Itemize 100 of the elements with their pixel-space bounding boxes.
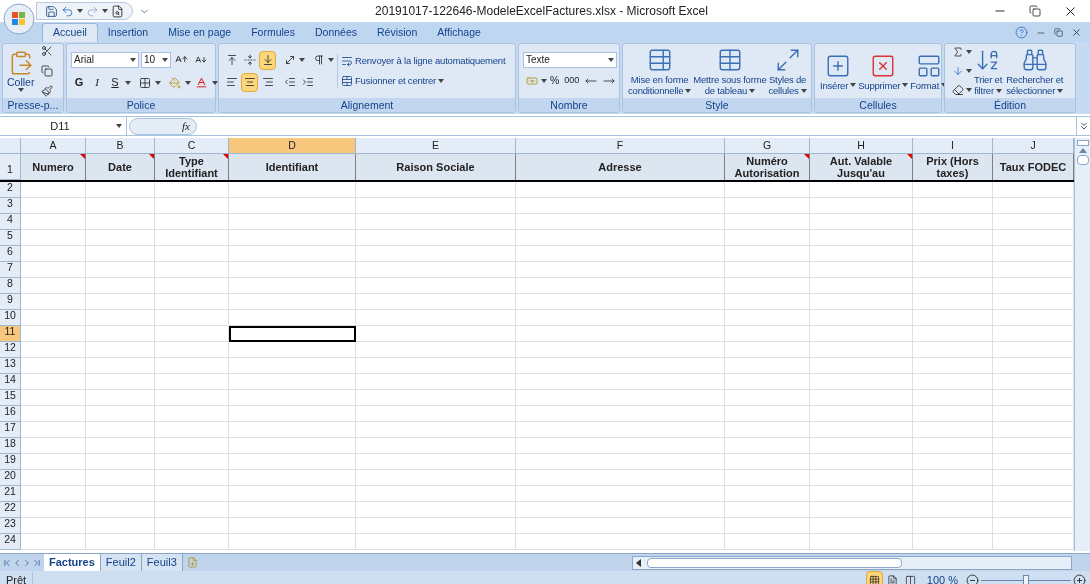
save-icon[interactable] — [45, 4, 58, 18]
table-cell: Aut. Valable Jusqu'au — [810, 154, 913, 180]
horizontal-scrollbar[interactable] — [631, 555, 1072, 570]
column-header[interactable]: D — [229, 138, 356, 154]
sheet-tab[interactable]: Feuil2 — [100, 554, 142, 571]
ribbon-button[interactable]: Mise en forme conditionnelle — [627, 46, 693, 96]
scroll-thumb[interactable] — [646, 557, 902, 568]
ribbon-button[interactable]: Insérer — [819, 51, 858, 91]
ribbon-tab[interactable]: Révision — [367, 23, 428, 42]
wrap-text-button[interactable]: Renvoyer à la ligne automatiquement — [341, 53, 506, 68]
zoom-slider[interactable] — [981, 573, 1071, 584]
table-cell: Date — [86, 154, 155, 180]
sheet-tab[interactable]: Factures — [44, 554, 101, 571]
ribbon-button[interactable]: Mettre sous forme de tableau — [692, 46, 768, 96]
row-header[interactable]: 8 — [0, 278, 21, 294]
ribbon-button[interactable]: Styles de cellules — [767, 46, 808, 96]
row-header[interactable]: 23 — [0, 518, 21, 534]
align-center-icon[interactable] — [241, 72, 258, 92]
ribbon-tab[interactable]: Insertion — [97, 23, 159, 42]
font-size-field[interactable]: 10 — [141, 51, 171, 68]
undo-icon[interactable] — [61, 4, 74, 18]
bold-button[interactable]: G — [71, 73, 87, 92]
row-header[interactable]: 24 — [0, 534, 21, 550]
column-header[interactable]: A — [21, 138, 86, 154]
caret-icon — [685, 88, 692, 93]
row-header[interactable]: 10 — [0, 310, 21, 326]
row-header[interactable]: 22 — [0, 502, 21, 518]
row-header[interactable]: 13 — [0, 358, 21, 374]
row-header[interactable]: 18 — [0, 438, 21, 454]
insert-function-button[interactable]: fx — [129, 117, 197, 135]
merge-center-button[interactable]: Fusionner et centrer — [341, 74, 506, 89]
restore-icon[interactable] — [1054, 28, 1063, 37]
row-header[interactable]: 19 — [0, 454, 21, 470]
row-header[interactable]: 16 — [0, 406, 21, 422]
ribbon-tab[interactable]: Données — [304, 23, 367, 42]
column-header[interactable]: H — [810, 138, 913, 154]
row-header[interactable]: 12 — [0, 342, 21, 358]
row-header[interactable]: 20 — [0, 470, 21, 486]
underline-button[interactable]: S — [107, 73, 123, 92]
row-header[interactable]: 7 — [0, 262, 21, 278]
ribbon-button[interactable]: Supprimer — [857, 51, 910, 91]
column-header[interactable]: F — [516, 138, 725, 154]
row-header[interactable]: 4 — [0, 214, 21, 230]
row-header[interactable]: 5 — [0, 230, 21, 246]
scroll-left-icon[interactable] — [635, 558, 641, 567]
ribbon-button[interactable]: Format — [909, 51, 949, 91]
ribbon-tab[interactable]: Formules — [241, 23, 305, 42]
align-bottom-icon[interactable] — [259, 50, 276, 70]
thousands-button[interactable]: 000 — [562, 72, 582, 90]
help-icon[interactable] — [1015, 26, 1028, 39]
ribbon-button[interactable]: Rechercher et sélectionner — [1005, 46, 1065, 96]
next-sheet-icon[interactable] — [22, 557, 32, 568]
row-header[interactable]: 3 — [0, 198, 21, 214]
previous-sheet-icon[interactable] — [12, 557, 22, 568]
italic-button[interactable]: I — [89, 73, 105, 92]
caret-icon — [102, 9, 108, 13]
active-cell[interactable] — [229, 326, 356, 342]
caret-icon — [749, 88, 756, 93]
zoom-slider-thumb[interactable] — [1023, 574, 1029, 584]
column-header[interactable]: E — [356, 138, 516, 154]
first-sheet-icon[interactable] — [2, 557, 12, 568]
row-header[interactable]: 17 — [0, 422, 21, 438]
zoom-out-icon[interactable] — [966, 573, 979, 584]
ribbon-tab[interactable]: Accueil — [42, 23, 98, 42]
row-header[interactable]: 21 — [0, 486, 21, 502]
row-header[interactable]: 6 — [0, 246, 21, 262]
caret-icon — [850, 83, 857, 87]
expand-formula-bar-icon[interactable] — [1076, 117, 1090, 135]
scroll-up-icon[interactable] — [1078, 148, 1087, 153]
column-header[interactable]: B — [86, 138, 155, 154]
sheet-tab[interactable]: Feuil3 — [141, 554, 183, 571]
row-header[interactable]: 1 — [0, 154, 21, 180]
row-header[interactable]: 2 — [0, 182, 21, 198]
number-format-field[interactable]: Texte — [523, 51, 617, 68]
caret-icon — [328, 58, 334, 62]
scroll-thumb[interactable] — [1076, 155, 1089, 165]
ribbon-tab[interactable]: Affichage — [427, 23, 491, 42]
name-box[interactable]: D11 — [0, 117, 127, 135]
vertical-scrollbar[interactable] — [1074, 138, 1090, 551]
ribbon-button[interactable]: Trier et filtrer — [973, 46, 1004, 96]
column-header[interactable]: J — [993, 138, 1074, 154]
zoom-in-icon[interactable] — [1073, 573, 1086, 584]
row-header[interactable]: 9 — [0, 294, 21, 310]
ribbon-tab[interactable]: Mise en page — [158, 23, 242, 42]
row-header[interactable]: 14 — [0, 374, 21, 390]
font-name-field[interactable]: Arial — [71, 51, 139, 68]
caret-icon — [608, 57, 614, 62]
last-sheet-icon[interactable] — [32, 557, 42, 568]
percent-button[interactable]: % — [548, 72, 562, 90]
restore-icon[interactable] — [1029, 5, 1041, 17]
row-header[interactable]: 11 — [0, 326, 21, 342]
row-header[interactable]: 15 — [0, 390, 21, 406]
caret-icon — [438, 79, 444, 84]
column-header[interactable]: G — [725, 138, 810, 154]
print-preview-icon[interactable] — [111, 4, 124, 18]
column-header[interactable]: C — [155, 138, 229, 154]
split-handle[interactable] — [1076, 140, 1089, 146]
paste-button[interactable]: Coller — [7, 50, 35, 92]
zoom-level-text[interactable]: 100 % — [918, 571, 966, 584]
column-header[interactable]: I — [913, 138, 993, 154]
